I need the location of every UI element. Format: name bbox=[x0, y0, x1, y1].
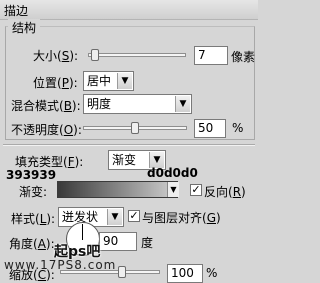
size-unit: 像素 bbox=[231, 50, 256, 64]
chevron-down-icon[interactable]: ▼ bbox=[117, 73, 132, 89]
reverse-checkbox[interactable]: ✓ bbox=[190, 184, 202, 196]
blend-mode-select[interactable]: 明度 ▼ bbox=[83, 94, 192, 114]
gradient-end-color-label: d0d0d0 bbox=[147, 166, 198, 180]
gradient-start-color-label: 393939 bbox=[6, 168, 57, 182]
opacity-label: 不透明度(O): bbox=[11, 123, 82, 137]
fill-type-value: 渐变 bbox=[112, 153, 137, 167]
align-with-layer-label: 与图层对齐(G) bbox=[142, 211, 221, 225]
position-value: 居中 bbox=[87, 74, 112, 88]
watermark-url: www.17PS8.com bbox=[4, 258, 117, 272]
size-slider[interactable] bbox=[88, 53, 186, 57]
size-label: 大小(S): bbox=[33, 49, 79, 63]
blend-mode-label: 混合模式(B): bbox=[11, 99, 81, 113]
style-label: 样式(L): bbox=[11, 212, 56, 226]
opacity-unit: % bbox=[232, 121, 244, 135]
scale-slider-thumb[interactable] bbox=[118, 266, 126, 278]
blend-mode-value: 明度 bbox=[87, 97, 112, 111]
opacity-input[interactable]: 50 bbox=[194, 119, 226, 138]
angle-input[interactable]: 90 bbox=[99, 232, 137, 251]
scale-input[interactable]: 100 bbox=[167, 264, 203, 283]
scale-unit: % bbox=[206, 266, 218, 280]
position-label: 位置(P): bbox=[33, 76, 78, 90]
panel-title: 描边 bbox=[4, 4, 29, 18]
position-select[interactable]: 居中 ▼ bbox=[83, 71, 134, 91]
chevron-down-icon[interactable]: ▼ bbox=[107, 209, 122, 225]
reverse-label: 反向(R) bbox=[204, 185, 246, 199]
panel-titlebar bbox=[0, 0, 258, 20]
opacity-slider-thumb[interactable] bbox=[131, 122, 139, 134]
size-input[interactable]: 7 bbox=[194, 46, 228, 65]
chevron-down-icon[interactable]: ▼ bbox=[167, 182, 179, 197]
gradient-picker[interactable] bbox=[57, 181, 178, 198]
size-slider-thumb[interactable] bbox=[91, 49, 99, 61]
angle-dial-needle bbox=[82, 224, 83, 240]
angle-label: 角度(A): bbox=[9, 237, 55, 251]
angle-unit: 度 bbox=[141, 236, 154, 250]
gradient-label: 渐变: bbox=[19, 185, 48, 199]
chevron-down-icon[interactable]: ▼ bbox=[175, 96, 190, 112]
structure-group-label: 结构 bbox=[8, 19, 41, 36]
section-divider bbox=[3, 144, 255, 146]
align-with-layer-checkbox[interactable]: ✓ bbox=[128, 210, 140, 222]
